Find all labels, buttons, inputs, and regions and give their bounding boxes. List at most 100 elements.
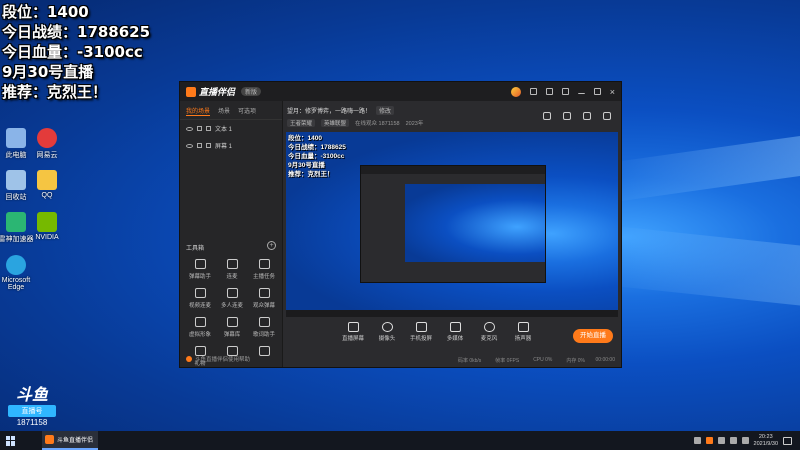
lyrics-icon	[258, 317, 270, 327]
room-title: 望月：修罗博弈，一路嗨一路！	[287, 109, 372, 115]
desktop-icon-qq[interactable]: QQ	[27, 170, 67, 199]
tray-chevron-icon[interactable]	[693, 437, 701, 444]
library-icon	[226, 317, 238, 327]
gift-icon[interactable]	[543, 112, 551, 120]
category-tag[interactable]: 王者荣耀	[287, 119, 316, 127]
user-avatar[interactable]	[510, 86, 521, 97]
help-icon	[186, 356, 192, 362]
message-icon[interactable]	[529, 88, 537, 95]
screen-icon	[347, 322, 359, 332]
nested-titlebar	[361, 166, 545, 174]
source-controls: 直播屏幕 摄像头 手机投屏 多媒体 麦克风 扬声器	[286, 322, 618, 352]
taskbar-clock[interactable]: 20:23 2021/9/30	[754, 434, 778, 448]
titlebar-controls: ×	[510, 86, 615, 97]
close-icon[interactable]: ×	[610, 87, 615, 97]
speaker-button[interactable]: 扬声器	[512, 322, 534, 342]
phone-icon	[415, 322, 427, 332]
tool-audience-danmu[interactable]: 观众弹幕	[248, 288, 280, 309]
microphone-button[interactable]: 麦克风	[478, 322, 500, 342]
scene-item-text[interactable]: 文本 1	[180, 120, 282, 137]
room-actions	[543, 112, 611, 120]
fans-count: 2023年	[405, 121, 424, 127]
overlay-date: 9月30号直播	[2, 63, 94, 81]
add-tool-icon[interactable]: +	[267, 241, 276, 250]
camera-icon	[381, 322, 393, 332]
visibility-icon[interactable]	[186, 126, 193, 131]
taskbar-app-streaming[interactable]: 斗鱼直播伴侣	[42, 431, 98, 450]
tab-options[interactable]: 可选项	[238, 106, 256, 116]
ime-icon[interactable]	[741, 437, 749, 444]
qq-icon	[37, 170, 57, 190]
app-brand: 直播伴侣	[186, 85, 235, 98]
tool-danmu-helper[interactable]: 弹幕助手	[184, 259, 216, 280]
tab-scenes[interactable]: 场景	[218, 106, 230, 116]
help-link[interactable]: 斗鱼直播伴侣使用帮助	[186, 355, 250, 363]
scene-item-screen[interactable]: 屏幕 1	[180, 137, 282, 154]
douyu-watermark: 斗鱼 直播号 1871158	[4, 388, 60, 430]
bell-icon[interactable]	[603, 112, 611, 120]
microphone-icon	[483, 322, 495, 332]
windows-logo-icon	[6, 435, 16, 446]
media-button[interactable]: 多媒体	[444, 322, 466, 342]
speaker-icon	[517, 322, 529, 332]
tool-multi-link[interactable]: 多人连麦	[216, 288, 248, 309]
app-logo-icon	[45, 435, 54, 444]
share-icon[interactable]	[583, 112, 591, 120]
notification-icon[interactable]	[783, 436, 792, 445]
start-live-button[interactable]: 开始直播	[573, 329, 613, 343]
wallpaper-beam-lower	[600, 224, 800, 306]
status-memory: 内存 0%	[566, 358, 585, 364]
tool-video-link[interactable]: 视频连麦	[184, 288, 216, 309]
start-button[interactable]	[0, 431, 22, 450]
tool-more-2[interactable]	[248, 346, 280, 367]
minimize-icon[interactable]	[577, 90, 585, 94]
version-badge[interactable]: 新版	[241, 87, 262, 96]
overlay-recommend: 推荐：克烈王！	[2, 83, 108, 101]
tool-link-mic[interactable]: 连麦	[216, 259, 248, 280]
overlay-rank: 段位：1400	[2, 3, 89, 21]
tool-danmu-lib[interactable]: 弹幕库	[216, 317, 248, 338]
link-mic-icon	[226, 259, 238, 269]
menu-icon[interactable]	[561, 88, 569, 95]
stream-preview[interactable]: 段位：1400 今日战绩：1788625 今日血量：-3100cc 9月30号直…	[286, 132, 618, 317]
camera-button[interactable]: 摄像头	[376, 322, 398, 342]
tray-app-icon[interactable]	[705, 437, 713, 444]
streaming-app-window[interactable]: 直播伴侣 新版 × 我的场景 场景 可选项 文本 1 屏幕 1 工具箱 + 弹幕…	[179, 81, 622, 368]
tool-avatar[interactable]: 虚拟形象	[184, 317, 216, 338]
desktop-icon-nvidia[interactable]: NVIDIA	[27, 212, 67, 241]
status-fps: 帧率 0FPS	[495, 358, 520, 364]
computer-icon	[6, 128, 26, 148]
download-icon	[258, 288, 270, 298]
nested-app-window	[360, 165, 546, 283]
tab-my-scenes[interactable]: 我的场景	[186, 106, 211, 116]
volume-icon[interactable]	[729, 437, 737, 444]
subcategory-tag[interactable]: 英雄联盟	[321, 119, 350, 127]
live-duration: 00:00:00	[595, 357, 615, 363]
netease-music-icon	[37, 128, 57, 148]
watermark-room-id: 1871158	[16, 418, 48, 427]
tool-lyrics[interactable]: 歌词助手	[248, 317, 280, 338]
nvidia-icon	[37, 212, 57, 232]
source-icon	[206, 126, 211, 131]
desktop-icon-netease[interactable]: 网易云	[27, 128, 67, 160]
recycle-bin-icon	[6, 170, 26, 190]
edit-title-button[interactable]: 修改	[376, 106, 395, 115]
lock-icon[interactable]	[197, 126, 202, 131]
screen-capture-button[interactable]: 直播屏幕	[342, 322, 364, 342]
network-icon[interactable]	[717, 437, 725, 444]
refresh-icon[interactable]	[563, 112, 571, 120]
desktop-icon-edge[interactable]: Microsoft Edge	[0, 255, 36, 291]
visibility-icon[interactable]	[186, 143, 193, 148]
nested-preview	[405, 184, 545, 262]
app-titlebar[interactable]: 直播伴侣 新版 ×	[180, 82, 621, 101]
watermark-logo: 斗鱼	[15, 387, 48, 404]
settings-icon[interactable]	[545, 88, 553, 95]
tool-tasks[interactable]: 主播任务	[248, 259, 280, 280]
toolbox-grid: 弹幕助手 连麦 主播任务 视频连麦 多人连麦 观众弹幕 虚拟形象 弹幕库 歌词助…	[184, 259, 280, 367]
maximize-icon[interactable]	[593, 88, 601, 95]
status-bitrate: 码率 0kb/s	[457, 358, 482, 364]
clock-date: 2021/9/30	[753, 440, 778, 447]
download-icon	[226, 288, 238, 298]
phone-cast-button[interactable]: 手机投屏	[410, 322, 432, 342]
lock-icon[interactable]	[197, 143, 202, 148]
